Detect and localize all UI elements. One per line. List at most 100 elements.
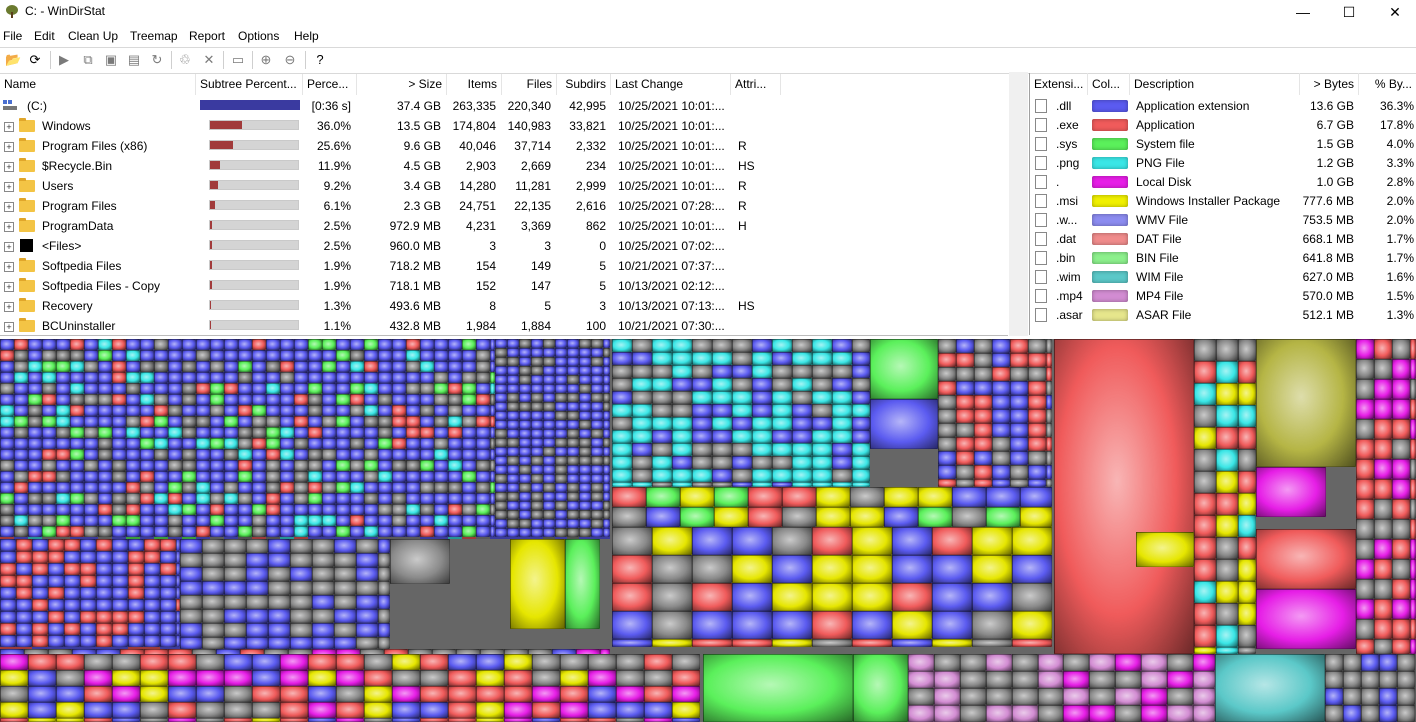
treemap-cell[interactable] <box>732 378 752 391</box>
treemap-cell[interactable] <box>567 411 579 420</box>
treemap-cell[interactable] <box>0 515 14 526</box>
treemap-cell[interactable] <box>1193 654 1215 671</box>
treemap-cell[interactable] <box>852 352 870 365</box>
treemap-cell[interactable] <box>224 361 238 372</box>
treemap-cell[interactable] <box>308 339 322 350</box>
treemap-cell[interactable] <box>312 595 334 609</box>
treemap-cell[interactable] <box>210 427 224 438</box>
treemap-cell[interactable] <box>168 460 182 471</box>
treemap-cell[interactable] <box>196 372 210 383</box>
treemap-cell[interactable] <box>168 383 182 394</box>
treemap-cell[interactable] <box>1238 515 1256 537</box>
treemap-cell[interactable] <box>646 507 680 527</box>
treemap-cell[interactable] <box>364 427 378 438</box>
treemap-cell[interactable] <box>1038 705 1063 722</box>
treemap-cell[interactable] <box>960 688 986 705</box>
treemap-cell[interactable] <box>462 427 476 438</box>
treemap-cell[interactable] <box>180 553 202 567</box>
treemap-cell[interactable] <box>1374 579 1392 599</box>
treemap-cell[interactable] <box>476 537 490 539</box>
treemap-cell[interactable] <box>28 449 42 460</box>
treemap-cell[interactable] <box>70 526 84 537</box>
treemap-cell[interactable] <box>519 519 531 528</box>
treemap-cell[interactable] <box>14 383 28 394</box>
col-description[interactable]: Description <box>1130 73 1300 95</box>
treemap-cell[interactable] <box>28 416 42 427</box>
treemap-cell[interactable] <box>752 430 772 443</box>
treemap-cell[interactable] <box>972 555 1012 583</box>
treemap-cell[interactable] <box>0 635 16 647</box>
treemap-cell[interactable] <box>140 449 154 460</box>
treemap-cell[interactable] <box>603 402 610 411</box>
treemap-cell[interactable] <box>84 471 98 482</box>
treemap-cell[interactable] <box>1194 625 1216 647</box>
treemap-cell[interactable] <box>555 402 567 411</box>
treemap-cell[interactable] <box>579 402 591 411</box>
treemap-cell[interactable] <box>938 409 956 423</box>
treemap-cell[interactable] <box>603 519 610 528</box>
treemap-cell[interactable] <box>168 686 196 702</box>
treemap-cell[interactable] <box>692 456 712 469</box>
treemap-cell[interactable] <box>84 493 98 504</box>
treemap-cell[interactable] <box>752 469 772 482</box>
treemap-cell[interactable] <box>322 372 336 383</box>
treemap-cell[interactable] <box>1256 589 1356 649</box>
treemap-cell[interactable] <box>202 595 224 609</box>
menu-options[interactable]: Options <box>238 29 279 43</box>
treemap-cell[interactable] <box>364 350 378 361</box>
treemap-cell[interactable] <box>812 339 832 352</box>
treemap-cell[interactable] <box>532 718 560 722</box>
treemap-cell[interactable] <box>1216 603 1238 625</box>
treemap-cell[interactable] <box>555 357 567 366</box>
treemap-cell[interactable] <box>1343 688 1361 705</box>
treemap-cell[interactable] <box>84 361 98 372</box>
treemap-cell[interactable] <box>531 456 543 465</box>
treemap-cell[interactable] <box>56 493 70 504</box>
treemap-cell[interactable] <box>732 583 772 611</box>
treemap-cell[interactable] <box>495 429 507 438</box>
treemap-cell[interactable] <box>168 361 182 372</box>
treemap-cell[interactable] <box>336 718 364 722</box>
treemap-cell[interactable] <box>0 611 16 623</box>
treemap-cell[interactable] <box>714 487 748 507</box>
treemap-cell[interactable] <box>507 339 519 348</box>
treemap-cell[interactable] <box>56 361 70 372</box>
treemap-cell[interactable] <box>476 471 490 482</box>
expand-icon[interactable]: + <box>4 162 14 172</box>
treemap-cell[interactable] <box>364 339 378 350</box>
treemap-cell[interactable] <box>603 438 610 447</box>
treemap-cell[interactable] <box>308 405 322 416</box>
treemap-cell[interactable] <box>168 654 196 670</box>
treemap-cell[interactable] <box>462 350 476 361</box>
treemap-cell[interactable] <box>266 504 280 515</box>
treemap-cell[interactable] <box>154 449 168 460</box>
treemap-cell[interactable] <box>196 416 210 427</box>
extension-row[interactable]: .msi Windows Installer Package 777.6 MB 2.0… <box>1030 192 1416 211</box>
treemap-cell[interactable] <box>519 339 531 348</box>
treemap-cell[interactable] <box>224 460 238 471</box>
treemap-cell[interactable] <box>612 507 646 527</box>
treemap-cell[interactable] <box>652 583 692 611</box>
treemap-cell[interactable] <box>128 551 144 563</box>
treemap-cell[interactable] <box>322 405 336 416</box>
treemap-cell[interactable] <box>652 639 692 647</box>
treemap-cell[interactable] <box>672 378 692 391</box>
treemap-cell[interactable] <box>555 420 567 429</box>
treemap-cell[interactable] <box>0 623 16 635</box>
treemap-cell[interactable] <box>567 474 579 483</box>
treemap-cell[interactable] <box>812 352 832 365</box>
treemap-cell[interactable] <box>1356 559 1374 579</box>
treemap-cell[interactable] <box>652 404 672 417</box>
treemap-cell[interactable] <box>434 372 448 383</box>
treemap-cell[interactable] <box>938 339 956 353</box>
treemap-cell[interactable] <box>154 350 168 361</box>
treemap-cell[interactable] <box>196 686 224 702</box>
treemap-cell[interactable] <box>268 609 290 623</box>
treemap-cell[interactable] <box>0 587 16 599</box>
treemap-cell[interactable] <box>612 456 632 469</box>
treemap-cell[interactable] <box>96 611 112 623</box>
treemap-cell[interactable] <box>322 526 336 537</box>
treemap-cell[interactable] <box>290 581 312 595</box>
expand-icon[interactable]: + <box>4 182 14 192</box>
treemap-cell[interactable] <box>322 383 336 394</box>
